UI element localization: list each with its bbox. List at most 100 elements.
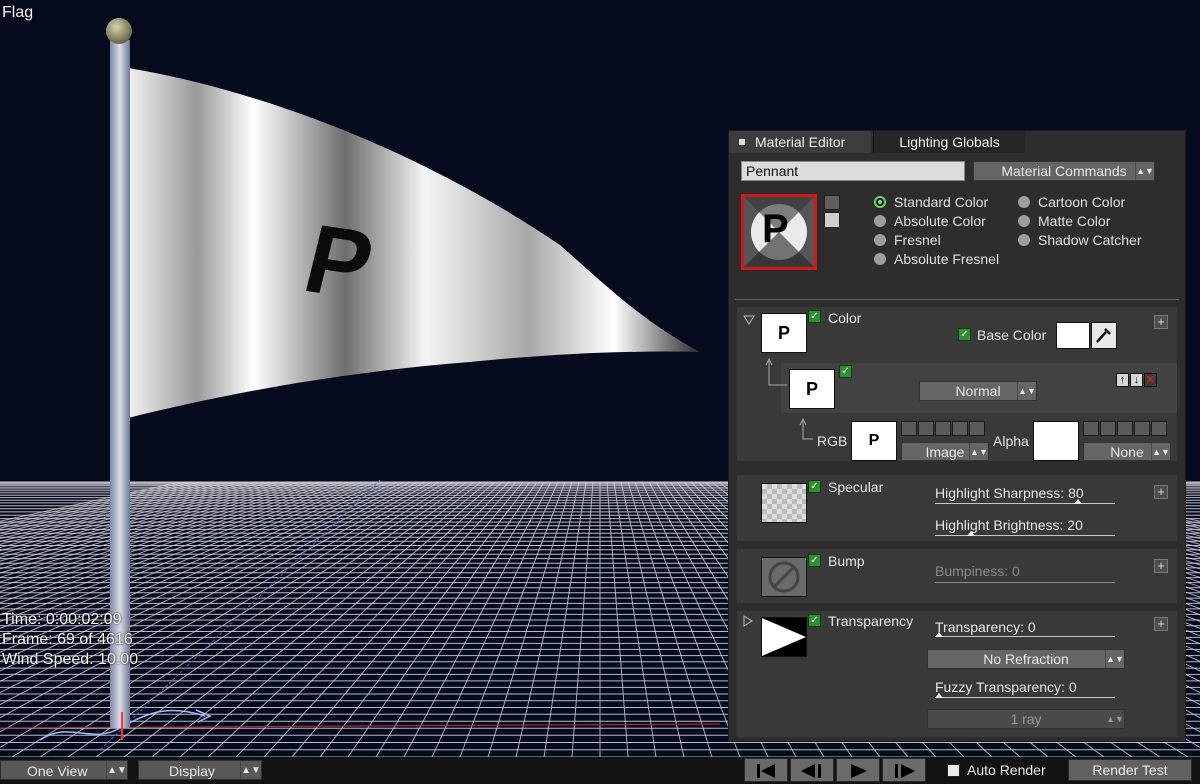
updown-arrow-icon: ▲▼ [1135,162,1154,180]
viewport-title: Flag [2,4,34,21]
specular-thumbnail[interactable] [761,483,807,523]
material-preview[interactable]: P [741,194,817,270]
expand-triangle-icon[interactable] [743,615,753,627]
transparency-slider[interactable] [935,636,1115,637]
radio-off-icon [1018,215,1030,227]
layer-enable-checkbox[interactable]: ✓ [839,365,852,378]
radio-label: Absolute Fresnel [894,251,1000,267]
base-color-checkbox[interactable]: ✓ [958,328,971,341]
fuzzy-transparency-slider[interactable] [935,697,1115,698]
layer-up-button[interactable]: ↑ [1116,373,1129,387]
display-select[interactable]: Display ▲▼ [138,760,262,780]
radio-label: Absolute Color [894,213,986,229]
transparency-thumbnail[interactable] [761,617,807,657]
play-button[interactable] [836,758,880,782]
view-layout-label: One View [27,763,88,779]
gradient-icon[interactable] [952,421,968,436]
radio-off-icon [874,234,886,246]
tab-material-editor[interactable]: Material Editor [729,131,871,153]
gradient-icon[interactable] [1134,421,1150,436]
updown-arrow-icon: ▲▼ [1017,382,1036,400]
radio-cartoon-color[interactable]: Cartoon Color [1018,194,1126,210]
gear-icon[interactable] [901,421,917,436]
rgb-thumbnail[interactable]: P [851,421,897,461]
radio-on-icon [874,196,886,208]
grid-icon[interactable] [1151,421,1167,436]
radio-absolute-fresnel[interactable]: Absolute Fresnel [874,251,1000,267]
radio-standard-color[interactable]: Standard Color [874,194,988,210]
blend-mode-label: Normal [955,383,1001,399]
collapse-triangle-icon[interactable] [743,315,755,325]
layer-down-button[interactable]: ↓ [1130,373,1143,387]
radio-off-icon [874,215,886,227]
layer-delete-button[interactable]: ✕ [1144,373,1157,387]
hud-frame: Frame: 69 of 4616 [2,631,133,648]
render-test-button[interactable]: Render Test [1068,759,1192,781]
radio-matte-color[interactable]: Matte Color [1018,213,1110,229]
step-back-button[interactable] [790,758,834,782]
refraction-select[interactable]: No Refraction ▲▼ [927,649,1125,669]
color-add-button[interactable]: + [1154,315,1168,329]
auto-render-checkbox[interactable] [947,764,960,777]
material-name-input[interactable]: Pennant [741,161,965,181]
slider-knob-icon[interactable] [935,632,943,637]
gear-icon[interactable] [1083,421,1099,436]
rays-select[interactable]: 1 ray ▲▼ [927,709,1125,729]
specular-label: Specular [828,479,884,495]
circle-icon[interactable] [935,421,951,436]
radio-fresnel[interactable]: Fresnel [874,232,941,248]
flag-cloth [128,68,700,418]
color-label: Color [828,310,862,326]
specular-add-button[interactable]: + [1154,485,1168,499]
transparency-label: Transparency [828,613,914,629]
rgb-source-label: Image [925,444,965,460]
circle-icon[interactable] [1117,421,1133,436]
color-enable-checkbox[interactable]: ✓ [808,310,821,323]
radio-absolute-color[interactable]: Absolute Color [874,213,986,229]
auto-render-label: Auto Render [967,762,1046,778]
bump-add-button[interactable]: + [1154,559,1168,573]
grid-icon[interactable] [969,421,985,436]
specular-enable-checkbox[interactable]: ✓ [808,480,821,493]
bump-thumbnail[interactable] [761,557,807,597]
frame-icon[interactable] [918,421,934,436]
bump-enable-checkbox[interactable]: ✓ [808,554,821,567]
base-color-swatch[interactable] [1056,322,1090,349]
alpha-thumbnail[interactable] [1033,421,1079,461]
slider-knob-icon[interactable] [1074,499,1082,504]
rgb-source-select[interactable]: Image ▲▼ [901,442,989,461]
bumpiness-slider[interactable] [935,582,1115,583]
view-layout-select[interactable]: One View ▲▼ [0,760,128,780]
highlight-brightness-slider[interactable] [935,535,1115,536]
frame-icon[interactable] [1100,421,1116,436]
material-commands-select[interactable]: Material Commands ▲▼ [973,161,1155,181]
transparency-enable-checkbox[interactable]: ✓ [808,614,821,627]
layer-thumbnail[interactable]: P [789,369,835,409]
highlight-sharpness-slider[interactable] [935,503,1115,504]
preview-options-icon[interactable] [824,195,840,210]
axis-line-red [0,723,721,729]
eyedropper-button[interactable] [1091,322,1117,349]
radio-off-icon [1018,196,1030,208]
updown-arrow-icon: ▲▼ [1105,650,1124,668]
radio-shadow-catcher[interactable]: Shadow Catcher [1018,232,1142,248]
transparency-add-button[interactable]: + [1154,617,1168,631]
skip-to-start-button[interactable] [744,758,788,782]
preview-list-icon[interactable] [824,212,840,228]
specular-section: ✓ Specular Highlight Sharpness: 80 Highl… [737,475,1177,541]
rgb-map-tools[interactable] [901,421,985,438]
updown-arrow-icon: ▲▼ [106,761,127,779]
slider-knob-icon[interactable] [967,531,975,536]
step-forward-button[interactable] [882,758,926,782]
bump-label: Bump [828,553,865,569]
tab-lighting-globals[interactable]: Lighting Globals [873,131,1025,153]
slider-knob-icon[interactable] [935,693,943,698]
alpha-source-select[interactable]: None ▲▼ [1083,442,1171,461]
color-thumbnail[interactable]: P [761,313,807,353]
step-forward-icon [895,764,915,778]
skip-to-start-icon [757,764,775,778]
alpha-map-tools[interactable] [1083,421,1167,438]
radio-label: Fresnel [894,232,941,248]
blend-mode-select[interactable]: Normal ▲▼ [919,381,1037,401]
radio-label: Cartoon Color [1038,194,1126,210]
